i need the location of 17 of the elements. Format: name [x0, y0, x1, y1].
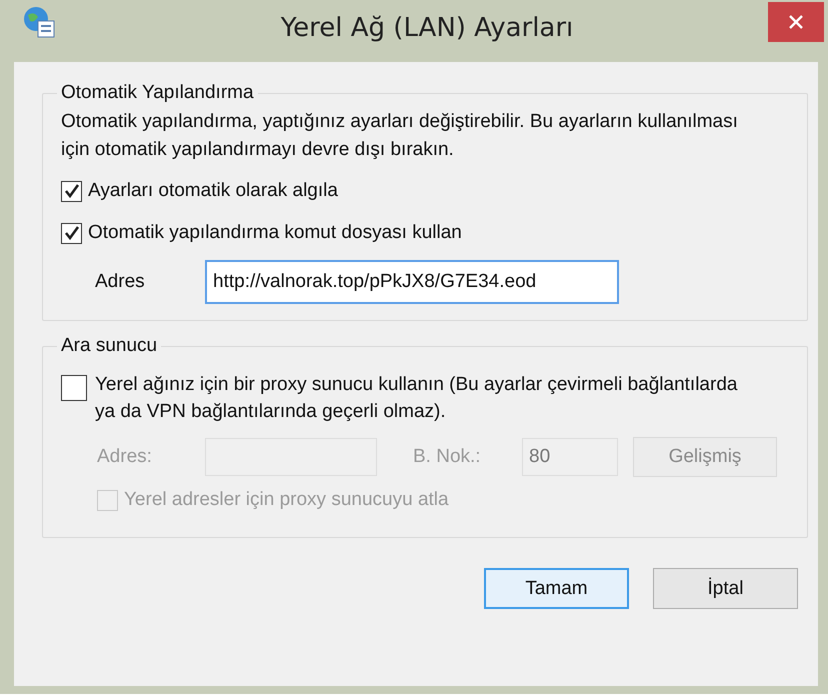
close-button[interactable]: [768, 2, 824, 42]
port-label: B. Nok.:: [413, 446, 482, 468]
cancel-button[interactable]: İptal: [653, 568, 798, 609]
description-text: Otomatik yapılandırma, yaptığınız ayarları değiştirebilir. Bu ayarların kullanılması için otomatik yapılandırmayı devre dışı bırakın.: [61, 110, 739, 162]
checkbox[interactable]: [61, 222, 82, 244]
address-label: Adres: [95, 271, 146, 293]
group-title: Ara sunucu: [60, 335, 158, 357]
checkbox[interactable]: [61, 180, 82, 202]
checkbox-label[interactable]: Ayarları otomatik olarak algıla: [88, 180, 338, 202]
globe-settings-icon: [22, 5, 56, 39]
checkbox-label[interactable]: Otomatik yapılandırma komut dosyası kullan: [88, 222, 462, 244]
close-icon: [788, 14, 804, 30]
window-title: Yerel Ağ (LAN) Ayarları: [280, 13, 574, 43]
address-label: Adres:: [97, 446, 153, 468]
ok-button[interactable]: Tamam: [484, 568, 629, 609]
address-field[interactable]: http://valnorak.top/pPkJX8/G7E34.eod: [205, 260, 619, 304]
group-title: Otomatik Yapılandırma: [60, 82, 255, 104]
